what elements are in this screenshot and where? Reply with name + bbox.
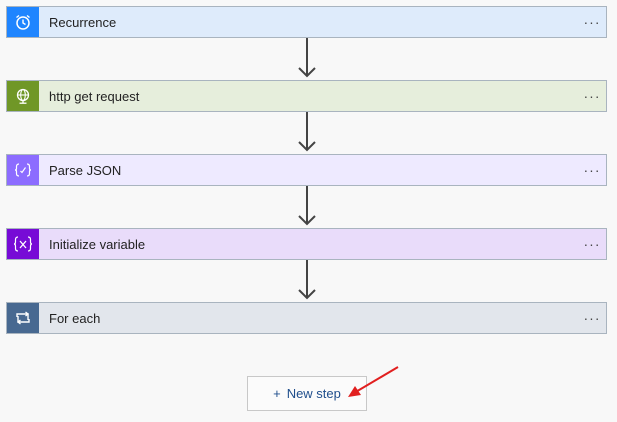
braces-icon bbox=[14, 163, 32, 177]
more-options-button[interactable]: ··· bbox=[578, 303, 606, 333]
variable-icon bbox=[13, 236, 33, 252]
parse-json-icon-box bbox=[7, 155, 39, 185]
step-parse-json[interactable]: Parse JSON ··· bbox=[6, 154, 607, 186]
step-for-each[interactable]: For each ··· bbox=[6, 302, 607, 334]
step-initialize-variable[interactable]: Initialize variable ··· bbox=[6, 228, 607, 260]
step-label: Parse JSON bbox=[49, 162, 122, 178]
step-label: Recurrence bbox=[49, 14, 117, 30]
globe-icon bbox=[16, 88, 30, 104]
step-label: For each bbox=[49, 310, 101, 326]
step-http-get-request[interactable]: http get request ··· bbox=[6, 80, 607, 112]
http-icon-box bbox=[7, 81, 39, 111]
new-step-label: New step bbox=[286, 386, 341, 401]
alarm-clock-icon bbox=[16, 14, 30, 30]
more-options-button[interactable]: ··· bbox=[578, 7, 606, 37]
connector-arrow bbox=[298, 38, 316, 78]
connector-arrow bbox=[298, 112, 316, 152]
annotation-arrow-icon bbox=[348, 366, 399, 397]
plus-icon: + bbox=[273, 386, 281, 401]
recurrence-icon-box bbox=[7, 7, 39, 37]
step-label: http get request bbox=[49, 88, 140, 104]
connector-arrow bbox=[298, 260, 316, 300]
step-recurrence[interactable]: Recurrence ··· bbox=[6, 6, 607, 38]
variable-icon-box bbox=[7, 229, 39, 259]
more-options-button[interactable]: ··· bbox=[578, 229, 606, 259]
step-label: Initialize variable bbox=[49, 236, 146, 252]
more-options-button[interactable]: ··· bbox=[578, 155, 606, 185]
for-each-icon-box bbox=[7, 303, 39, 333]
more-options-button[interactable]: ··· bbox=[578, 81, 606, 111]
loop-icon bbox=[16, 311, 30, 325]
connector-arrow bbox=[298, 186, 316, 226]
